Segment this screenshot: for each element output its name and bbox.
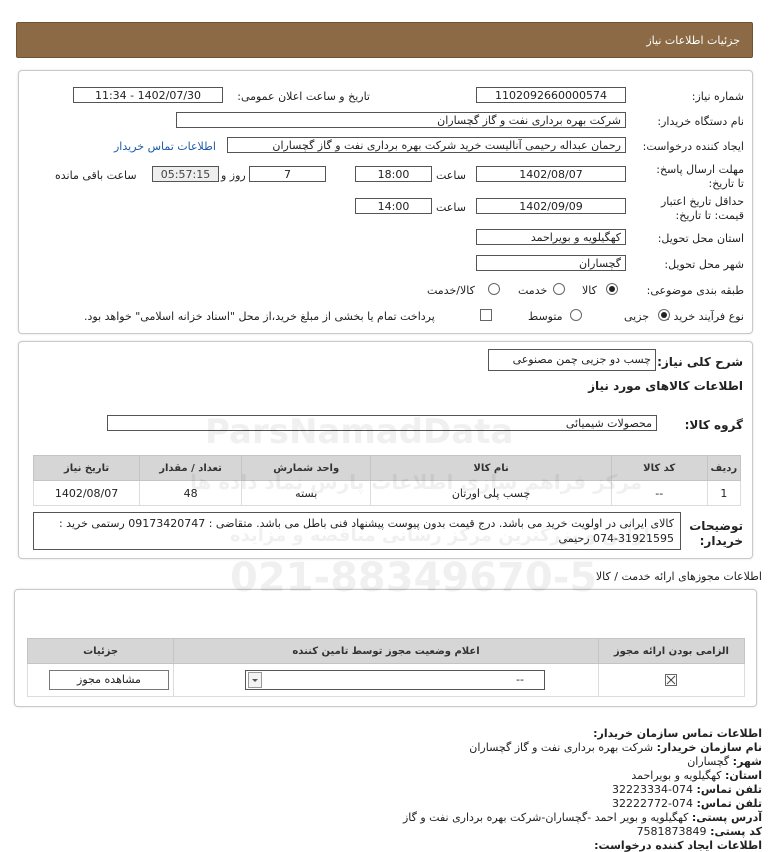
days-label: روز و xyxy=(221,169,246,182)
page-title: جزئیات اطلاعات نیاز xyxy=(646,34,740,47)
description-field: چسب دو جزیی چمن مصنوعی xyxy=(488,349,656,371)
category-option-service: خدمت xyxy=(518,284,548,297)
view-permit-button[interactable]: مشاهده مجوز xyxy=(49,670,169,690)
contact-address-row: آدرس پستی: کهگیلویه و بویر احمد -گچساران… xyxy=(403,811,762,824)
validity-time-field: 14:00 xyxy=(355,198,432,214)
col-required-header: الزامی بودن ارائه مجوز xyxy=(597,638,746,664)
permit-status-select[interactable]: -- xyxy=(245,670,545,690)
creator-label: ایجاد کننده درخواست: xyxy=(642,140,744,153)
contact-postal-label: کد پستی: xyxy=(710,825,762,838)
goods-group-field: محصولات شیمیائی xyxy=(107,415,657,431)
contact-info-link[interactable]: اطلاعات تماس خریدار xyxy=(114,140,216,153)
days-field: 7 xyxy=(249,166,326,182)
treasury-payment-note: پرداخت تمام یا بخشی از مبلغ خرید،از محل … xyxy=(84,310,435,323)
contact-postal-row: کد پستی: 7581873849 xyxy=(637,825,762,838)
contact-phone-label: تلفن تماس: xyxy=(696,783,762,796)
need-number-field: 1102092660000574 xyxy=(476,87,626,103)
col-details-header: جزئیات xyxy=(26,638,175,664)
permit-status-value: -- xyxy=(516,673,524,686)
col-date-header: تاریخ نیاز xyxy=(32,455,141,481)
goods-info-title: اطلاعات کالاهای مورد نیاز xyxy=(588,379,743,393)
col-qty-header: تعداد / مقدار xyxy=(139,455,243,481)
process-option-medium: متوسط xyxy=(528,310,563,323)
deadline-time-field: 18:00 xyxy=(355,166,432,182)
col-name-header: نام کالا xyxy=(370,455,612,481)
category-option-goods: کالا xyxy=(582,284,597,297)
city-field: گچساران xyxy=(476,255,626,271)
contact-phone-row: تلفن تماس: 074-32223334 xyxy=(612,783,762,796)
cell-unit: بسته xyxy=(241,480,372,506)
province-field: کهگیلویه و بویراحمد xyxy=(476,229,626,245)
page-header: جزئیات اطلاعات نیاز xyxy=(16,22,753,58)
category-label: طبقه بندی موضوعی: xyxy=(646,284,744,297)
col-unit-header: واحد شمارش xyxy=(241,455,372,481)
contact-org-label: نام سازمان خریدار: xyxy=(656,741,762,754)
buyer-field: شرکت بهره برداری نفت و گاز گچساران xyxy=(176,112,626,128)
table-row: 1 -- چسب پلی اورتان بسته 48 1402/08/07 xyxy=(32,480,742,506)
goods-group-label: گروه کالا: xyxy=(684,418,743,432)
contact-postal-value: 7581873849 xyxy=(636,825,707,838)
process-label: نوع فرآیند خرید : xyxy=(666,310,744,323)
cell-date: 1402/08/07 xyxy=(32,480,141,506)
process-radio-minor[interactable] xyxy=(658,309,670,321)
contact-title: اطلاعات تماس سازمان خریدار: xyxy=(593,727,762,740)
col-row-header: ردیف xyxy=(706,455,742,481)
cell-qty: 48 xyxy=(139,480,243,506)
contact-city-label: شهر: xyxy=(732,755,762,768)
contact-org-row: نام سازمان خریدار: شرکت بهره برداری نفت … xyxy=(469,741,762,754)
contact-fax-value: 074-32222772 xyxy=(612,797,694,810)
contact-city-value: گچساران xyxy=(687,755,730,768)
required-check-icon xyxy=(665,674,677,686)
deadline-label: مهلت ارسال پاسخ: تا تاریخ: xyxy=(656,163,744,190)
category-radio-service[interactable] xyxy=(553,283,565,295)
treasury-payment-checkbox[interactable] xyxy=(480,309,492,321)
buyer-notes-field: کالای ایرانی در اولویت خرید می باشد. درج… xyxy=(33,512,681,550)
creator-field: رحمان عبداله رحیمی آنالیست خرید شرکت بهر… xyxy=(227,137,626,153)
contact-address-label: آدرس پستی: xyxy=(691,811,762,824)
contact-creator-title: اطلاعات ایجاد کننده درخواست: xyxy=(594,839,762,852)
contact-city-row: شهر: گچساران xyxy=(687,755,762,768)
process-radio-medium[interactable] xyxy=(570,309,582,321)
contact-phone-value: 074-32223334 xyxy=(612,783,694,796)
cell-name: چسب پلی اورتان xyxy=(370,480,612,506)
category-radio-both[interactable] xyxy=(488,283,500,295)
need-number-label: شماره نیاز: xyxy=(691,90,744,103)
province-label: استان محل تحویل: xyxy=(657,232,744,245)
announce-label: تاریخ و ساعت اعلان عمومی: xyxy=(237,90,370,103)
buyer-label: نام دستگاه خریدار: xyxy=(657,115,744,128)
goods-table: ردیف کد کالا نام کالا واحد شمارش تعداد /… xyxy=(32,455,742,506)
deadline-date-field: 1402/08/07 xyxy=(476,166,626,182)
process-option-minor: جزیی xyxy=(624,310,650,323)
contact-province-label: استان: xyxy=(725,769,762,782)
col-status-header: اعلام وضعیت مجوز توسط تامین کننده xyxy=(173,638,599,664)
announce-field: 1402/07/30 - 11:34 xyxy=(73,87,223,103)
remaining-time-field: 05:57:15 xyxy=(152,166,219,182)
col-code-header: کد کالا xyxy=(610,455,708,481)
validity-label: حداقل تاریخ اعتبار قیمت: تا تاریخ: xyxy=(660,195,744,222)
category-radio-goods[interactable] xyxy=(606,283,618,295)
contact-fax-label: تلفن تماس: xyxy=(696,797,762,810)
buyer-notes-label: توضیحات خریدار: xyxy=(689,519,743,548)
contact-fax-row: تلفن تماس: 074-32222772 xyxy=(612,797,762,810)
validity-time-label: ساعت xyxy=(436,201,466,214)
contact-province-value: کهگیلویه و بویراحمد xyxy=(631,769,722,782)
chevron-down-icon xyxy=(248,672,262,688)
contact-province-row: استان: کهگیلویه و بویراحمد xyxy=(631,769,762,782)
permits-title: اطلاعات مجوزهای ارائه خدمت / کالا xyxy=(595,570,762,583)
city-label: شهر محل تحویل: xyxy=(664,258,744,271)
cell-code: -- xyxy=(610,480,708,506)
description-label: شرح کلی نیاز: xyxy=(657,355,743,369)
cell-row: 1 xyxy=(706,480,742,506)
validity-date-field: 1402/09/09 xyxy=(476,198,626,214)
category-option-both: کالا/خدمت xyxy=(427,284,475,297)
contact-org-value: شرکت بهره برداری نفت و گاز گچساران xyxy=(469,741,654,754)
deadline-time-label: ساعت xyxy=(436,169,466,182)
contact-address-value: کهگیلویه و بویر احمد -گچساران-شرکت بهره … xyxy=(402,811,689,824)
remaining-label: ساعت باقی مانده xyxy=(55,169,137,182)
